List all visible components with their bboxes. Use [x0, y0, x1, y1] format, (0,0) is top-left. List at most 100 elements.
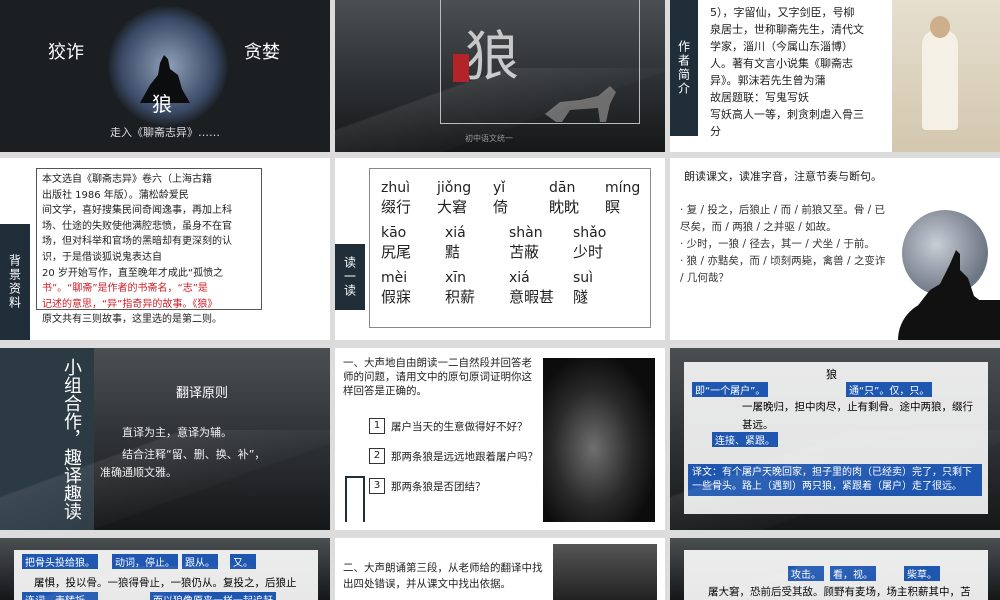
pinyin-cell: zhuì 缀行 [381, 180, 427, 217]
wolf-silhouette-icon [545, 86, 616, 122]
rhythm-line: / 几何哉？ [680, 272, 729, 284]
bio-line: 分 [710, 125, 721, 138]
slide-12-thumbnail[interactable]: 攻击。 看，视。 柴草。 屠大窘，恐前后受其敌。顾野有麦场，场主积薪其中，苫 [670, 538, 1000, 600]
slide-7-tab: 小组合作，趣译趣读 [61, 358, 82, 520]
rhythm-line: · 复 / 投之，后狼止 / 而 / 前狼又至。骨 / 已 [680, 204, 886, 216]
pinyin-row: mèi 假寐 xīn 积薪 xiá 意暇甚 suì 隧 [381, 270, 651, 307]
note-box: 柴草。 [904, 566, 940, 581]
pinyin-cell: suì 隧 [573, 270, 627, 307]
slide-10-thumbnail[interactable]: 把骨头投给狼。 动词，停止。 跟从。 又。 屠惧，投以骨。一狼得骨止，一狼仍从。… [0, 538, 330, 600]
question-item: 2 那两条狼是远远地跟着屠户吗？ [369, 448, 569, 464]
slide-1-left-word: 狡诈 [48, 42, 84, 63]
bio-line: 故居题联：写鬼写妖 [710, 91, 809, 104]
slide-2-thumbnail[interactable]: 狼 初中语文统一 [335, 0, 665, 152]
slide-5-thumbnail[interactable]: 读一读 zhuì 缀行 jiǒng 大窘 yǐ 倚 dān 眈眈 míng 瞑 kāo 尻尾 xiá 黠 s… [335, 158, 665, 340]
slide-4-tab: 背景资料 [0, 224, 30, 340]
question-item: 1 屠户当天的生意做得好不好？ [369, 418, 569, 434]
pinyin-text: shǎo [573, 225, 607, 241]
bg-line: 记述的意思，“异”指奇异的故事。《狼》 [42, 298, 218, 310]
slide-1-center-word: 狼 [152, 92, 172, 116]
pinyin-cell: xiá 意暇甚 [509, 270, 563, 307]
frame-corner [345, 476, 365, 522]
pinyin-text: xiá [445, 225, 466, 241]
bg-line: 间文学，喜好搜集民间奇闻逸事，再加上科 [42, 205, 232, 217]
note-box: 把骨头投给狼。 [22, 554, 98, 569]
slide-1-thumbnail[interactable]: 狡诈 贪婪 狼 走入《聊斋志异》…… [0, 0, 330, 152]
hanzi-word: 苫蔽 [509, 243, 540, 261]
pinyin-grid: zhuì 缀行 jiǒng 大窘 yǐ 倚 dān 眈眈 míng 瞑 kāo 尻尾 xiá 黠 shàn 苫… [381, 180, 651, 315]
content-panel [684, 550, 988, 600]
pinyin-text: kāo [381, 225, 407, 241]
slide-11-text: 二、大声朗诵第三段，从老师给的翻译中找出四处错误，并从课文中找出依据。 [343, 562, 543, 590]
pinyin-cell: xiá 黠 [445, 225, 499, 262]
hanzi-word: 隧 [573, 288, 589, 306]
pinyin-text: dān [549, 180, 576, 196]
hanzi-word: 眈眈 [549, 198, 580, 216]
bio-line: 学家，淄川（今属山东淄博） [710, 40, 853, 53]
slide-2-title: 狼 [465, 25, 519, 88]
slide-8-thumbnail[interactable]: 一、大声地自由朗读一二自然段并回答老师的问题，请用文中的原句原词证明你这样回答是… [335, 348, 665, 530]
slide-10-text: 屠惧，投以骨。一狼得骨止，一狼仍从。复投之，后狼止 [34, 577, 297, 589]
question-number: 1 [369, 418, 385, 434]
question-text: 那两条狼是远远地跟着屠户吗？ [391, 450, 538, 463]
bio-line: 写妖高人一等，刺贪刺虐入骨三 [710, 108, 864, 121]
question-number: 3 [369, 478, 385, 494]
wolf-photo [553, 544, 657, 600]
slide-6-heading: 朗读课文，读准字音，注意节奏与断句。 [684, 170, 882, 183]
pinyin-cell: shàn 苫蔽 [509, 225, 563, 262]
pinyin-cell: xīn 积薪 [445, 270, 499, 307]
note-box: 连接、紧跟。 [712, 432, 778, 447]
pinyin-text: suì [573, 270, 594, 286]
bg-line: 识，于是借谈狐说鬼表达自 [42, 251, 162, 263]
note-box: 而以狼像原来一样一起追赶 [150, 592, 276, 600]
slide-2-tag: 初中语文统一 [465, 134, 513, 143]
note-box: 看，视。 [830, 566, 876, 581]
pinyin-cell: kāo 尻尾 [381, 225, 435, 262]
slide-4-thumbnail[interactable]: 背景资料 本文选自《聊斋志异》卷六（上海古籍 出版社 1986 年版）。蒲松龄爱… [0, 158, 330, 340]
pinyin-text: jiǒng [437, 180, 472, 196]
bio-line: 泉居士，世称聊斋先生，清代文 [710, 23, 864, 36]
hanzi-word: 大窘 [437, 198, 468, 216]
bg-line: 出版社 1986 年版）。蒲松龄爱民 [42, 189, 189, 201]
bg-line: 原文共有三则故事，这里选的是第二则。 [42, 314, 222, 326]
hanzi-word: 黠 [445, 243, 461, 261]
bg-line: 本文选自《聊斋志异》卷六（上海古籍 [42, 174, 212, 185]
bg-line: 20 岁开始写作，直至晚年才成此“孤愤之 [42, 267, 224, 279]
pinyin-text: shàn [509, 225, 543, 241]
question-item: 3 那两条狼是否团结？ [369, 478, 569, 494]
rhythm-line: 尽矣，而 / 两狼 / 之并驱 / 如故。 [680, 221, 837, 233]
principle-3: 准确通顺文雅。 [100, 466, 177, 479]
principle-1: 直译为主，意译为辅。 [122, 426, 232, 439]
bg-line: 场，但对科举和官场的黑暗却有更深刻的认 [42, 236, 232, 248]
hanzi-word: 倚 [493, 198, 509, 216]
hanzi-word: 假寐 [381, 288, 412, 306]
slide-6-thumbnail[interactable]: 朗读课文，读准字音，注意节奏与断句。 · 复 / 投之，后狼止 / 而 / 前狼… [670, 158, 1000, 340]
red-seal-icon [453, 54, 469, 82]
slide-12-text: 屠大窘，恐前后受其敌。顾野有麦场，场主积薪其中，苫 [708, 586, 971, 598]
question-text: 屠户当天的生意做得好不好？ [391, 420, 528, 433]
principle-2: 结合注释“留、删、换、补”， [122, 448, 266, 461]
slide-1-caption: 走入《聊斋志异》…… [110, 126, 220, 139]
question-number: 2 [369, 448, 385, 464]
pinyin-text: yǐ [493, 180, 506, 196]
bio-line: 异》。郭沫若先生曾为蒲 [710, 74, 826, 87]
question-text: 那两条狼是否团结？ [391, 480, 486, 493]
slide-11-thumbnail[interactable]: 二、大声朗诵第三段，从老师给的翻译中找出四处错误，并从课文中找出依据。 [335, 538, 665, 600]
pinyin-text: mèi [381, 270, 408, 286]
translation-box: 译文：有个屠户天晚回家，担子里的肉（已经卖）完了，只剩下一些骨头。路上（遇到）两… [688, 464, 982, 496]
pinyin-text: xiá [509, 270, 530, 286]
slide-9-thumbnail[interactable]: 狼 即“一个屠户”。 通“只”。仅，只。 一屠晚归，担中肉尽，止有剩骨。途中两狼… [670, 348, 1000, 530]
bg-line: 书”。“聊斋”是作者的书斋名，“志”是 [42, 283, 208, 295]
slide-8-intro: 一、大声地自由朗读一二自然段并回答老师的问题，请用文中的原句原词证明你这样回答是… [343, 357, 532, 397]
slide-7-thumbnail[interactable]: 小组合作，趣译趣读 翻译原则 直译为主，意译为辅。 结合注释“留、删、换、补”，… [0, 348, 330, 530]
pinyin-cell: dān 眈眈 [549, 180, 595, 217]
pinyin-row: kāo 尻尾 xiá 黠 shàn 苫蔽 shǎo 少时 [381, 225, 651, 262]
question-list: 1 屠户当天的生意做得好不好？ 2 那两条狼是远远地跟着屠户吗？ 3 那两条狼是否团结？ [369, 418, 569, 508]
note-box: 即“一个屠户”。 [692, 382, 769, 397]
slide-3-thumbnail[interactable]: 作者简介 5），字留仙，又字剑臣，号柳 泉居士，世称聊斋先生，清代文 学家，淄川… [670, 0, 1000, 152]
pinyin-cell: jiǒng 大窘 [437, 180, 483, 217]
pinyin-text: zhuì [381, 180, 410, 196]
rhythm-line: · 少时，一狼 / 径去，其一 / 犬坐 / 于前。 [680, 238, 875, 250]
rhythm-line: · 狼 / 亦黠矣，而 / 顷刻两毙，禽兽 / 之变诈 [680, 255, 886, 267]
author-portrait [892, 0, 1000, 152]
